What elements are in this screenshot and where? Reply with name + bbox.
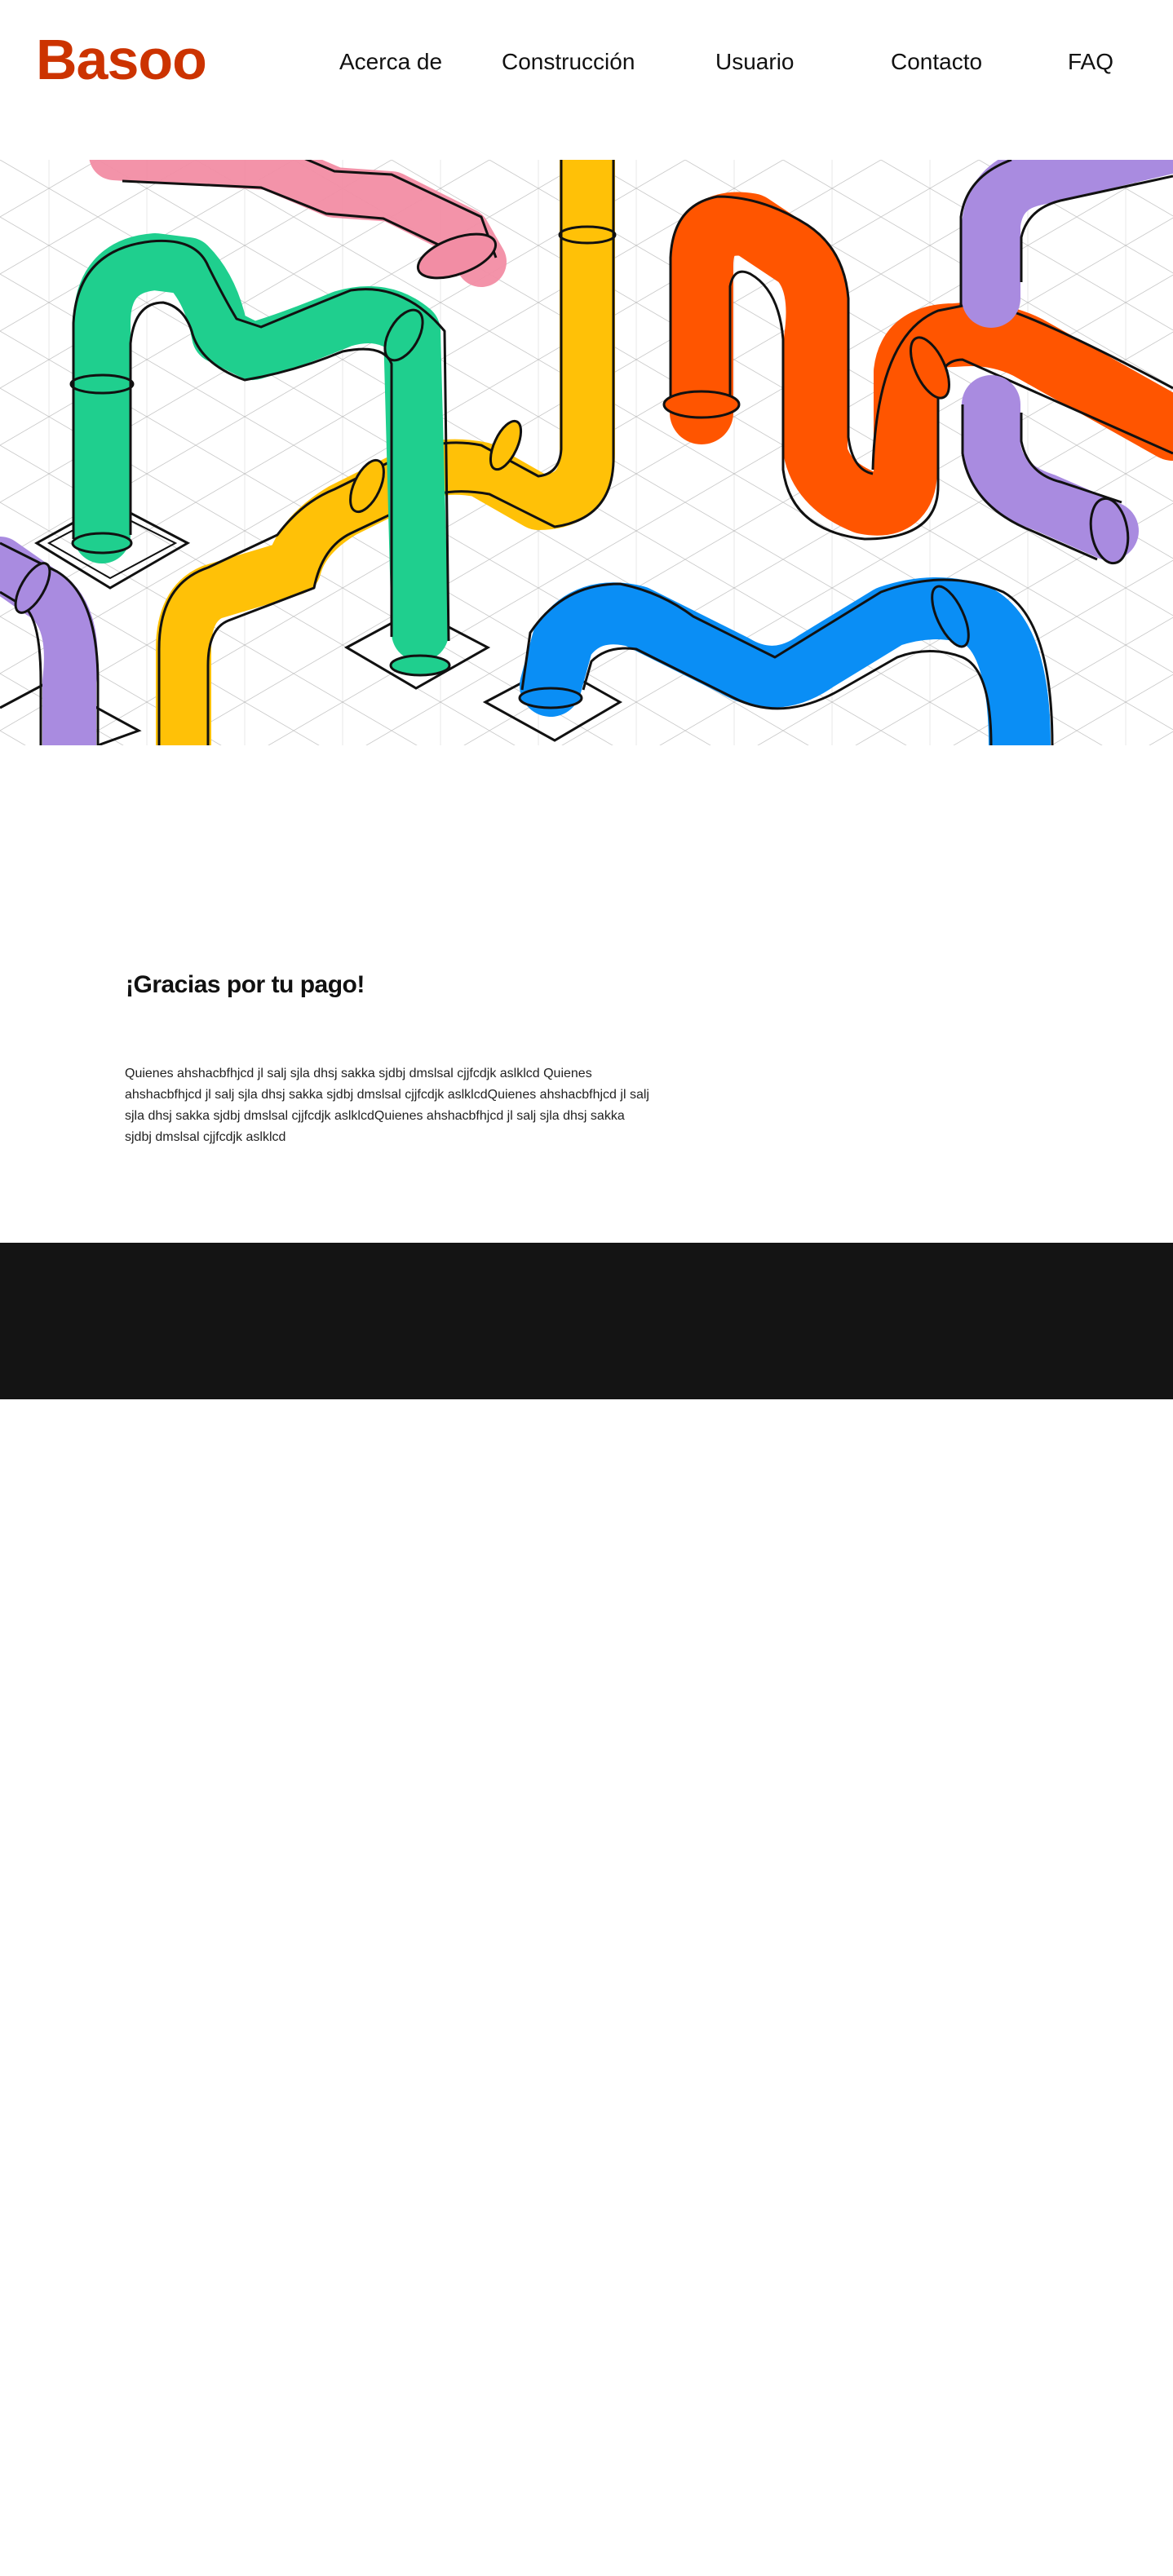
nav-link-usuario[interactable]: Usuario xyxy=(715,51,794,73)
nav-link-faq[interactable]: FAQ xyxy=(1068,51,1113,73)
site-footer: Acerca de Construcción Usuario Contacto … xyxy=(0,1243,1173,2575)
footer-link-faq[interactable]: FAQ xyxy=(1068,2552,1113,2575)
brand-logo[interactable]: Basoo xyxy=(36,31,207,88)
pipes-illustration xyxy=(0,160,1173,745)
nav-link-acerca[interactable]: Acerca de xyxy=(339,51,442,73)
footer-link-acerca[interactable]: Acerca de xyxy=(339,2552,442,2575)
footer-link-construccion[interactable]: Construcción xyxy=(502,2552,635,2575)
nav-link-contacto[interactable]: Contacto xyxy=(891,51,982,73)
confirmation-title: ¡Gracias por tu pago! xyxy=(126,971,365,998)
hero-illustration xyxy=(0,160,1173,745)
footer-link-usuario[interactable]: Usuario xyxy=(715,2552,794,2575)
site-header: Basoo Acerca de Construcción Usuario Con… xyxy=(0,0,1173,160)
nav-link-construccion[interactable]: Construcción xyxy=(502,51,635,73)
confirmation-body: Quienes ahshacbfhjcd jl salj sjla dhsj s… xyxy=(125,1067,649,1144)
footer-link-contacto[interactable]: Contacto xyxy=(891,2552,982,2575)
